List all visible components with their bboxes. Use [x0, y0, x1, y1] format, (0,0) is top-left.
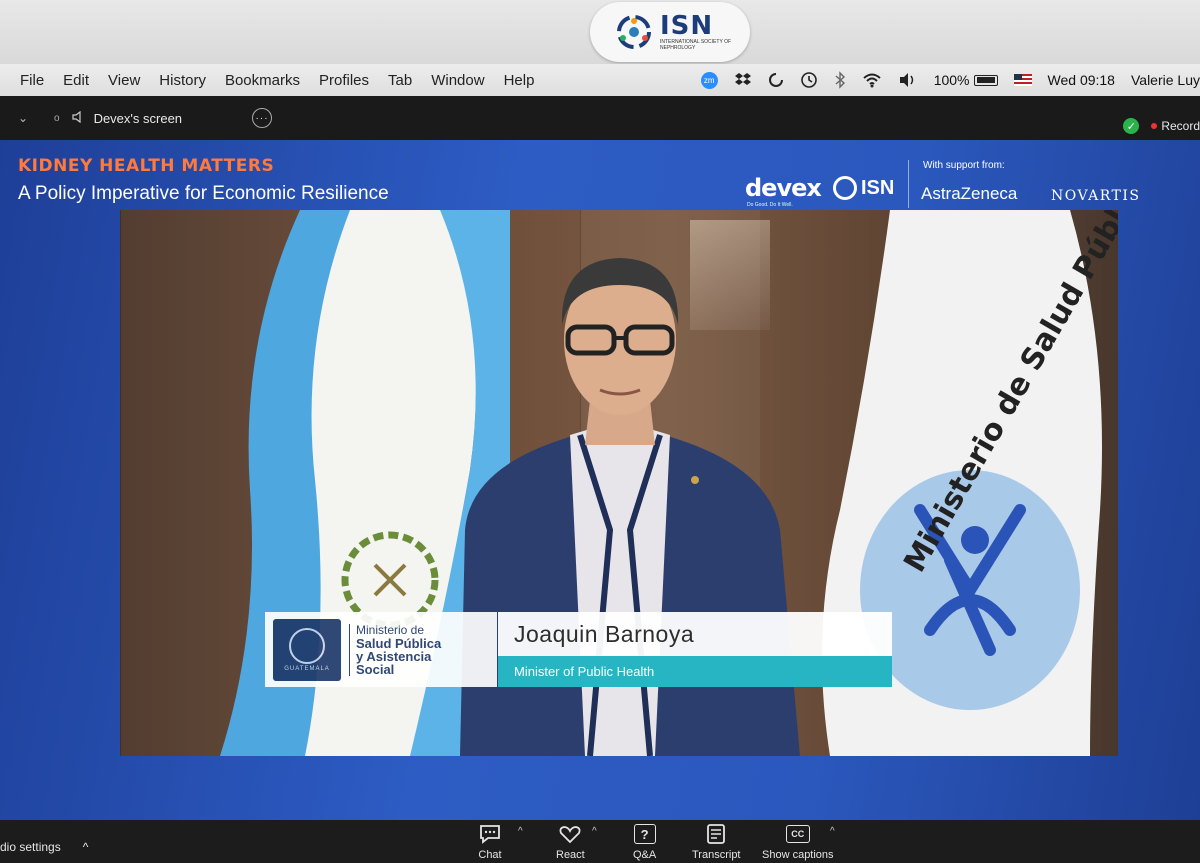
- devex-logo: devex: [745, 174, 822, 202]
- time-machine-icon[interactable]: [800, 71, 818, 89]
- qa-icon: ?: [633, 822, 656, 846]
- isn-logo-icon: [614, 12, 654, 52]
- shared-screen: KIDNEY HEALTH MATTERS A Policy Imperativ…: [0, 140, 1200, 820]
- menu-list: File Edit View History Bookmarks Profile…: [0, 72, 553, 89]
- clock-text[interactable]: Wed 09:18: [1048, 72, 1115, 88]
- shared-screen-title: Devex's screen: [93, 110, 183, 126]
- more-options-button[interactable]: ···: [252, 108, 273, 128]
- transcript-icon: [705, 822, 727, 846]
- menu-edit[interactable]: Edit: [63, 72, 89, 89]
- chat-button[interactable]: Chat: [478, 822, 502, 861]
- captions-icon: CC: [785, 822, 810, 846]
- chevron-up-icon[interactable]: ^: [83, 840, 89, 854]
- audio-settings[interactable]: dio settings ^: [0, 840, 88, 854]
- sponsor-divider: [908, 160, 909, 208]
- chat-options-chevron-icon[interactable]: ^: [518, 826, 523, 837]
- volume-icon[interactable]: [898, 72, 918, 88]
- menu-tab[interactable]: Tab: [388, 72, 412, 89]
- menu-bookmarks[interactable]: Bookmarks: [225, 72, 300, 89]
- speaker-role: Minister of Public Health: [498, 656, 892, 687]
- astrazeneca-logo: AstraZeneca: [921, 184, 1018, 203]
- speaker-video: Ministerio de Salud Pública GUATEMALA Mi…: [120, 210, 1118, 756]
- event-title: KIDNEY HEALTH MATTERS: [18, 156, 275, 176]
- dropbox-icon[interactable]: [734, 72, 752, 88]
- sticker-isn-subtext: International Society of Nephrology: [660, 39, 732, 51]
- user-name[interactable]: Valerie Luy: [1131, 72, 1200, 88]
- devex-tagline: Do Good. Do It Well.: [747, 202, 793, 208]
- wifi-icon[interactable]: [862, 72, 882, 88]
- zoom-header: ⌄ o Devex's screen ··· ✓ Record: [0, 96, 1200, 140]
- menu-view[interactable]: View: [108, 72, 140, 89]
- recording-label[interactable]: Record: [1161, 119, 1200, 133]
- status-area: zm 100% Wed 09:18 Valerie Luy: [700, 64, 1200, 96]
- security-check-icon[interactable]: ✓: [1123, 118, 1140, 134]
- ministry-logo-text: Ministerio de Salud Pública y Asistencia…: [349, 623, 441, 676]
- sponsor-bar: devex Do Good. Do It Well. ISN With supp…: [745, 156, 1200, 212]
- menu-bar: File Edit View History Bookmarks Profile…: [0, 64, 1200, 96]
- support-label: With support from:: [923, 160, 1005, 171]
- ministry-logo: GUATEMALA Ministerio de Salud Pública y …: [265, 612, 497, 687]
- battery-percent: 100%: [933, 72, 970, 88]
- sync-icon[interactable]: [768, 72, 784, 88]
- menu-help[interactable]: Help: [504, 72, 535, 89]
- sticker-isn-text: ISN: [660, 11, 714, 41]
- menu-history[interactable]: History: [159, 72, 206, 89]
- chat-icon: [478, 822, 502, 846]
- bluetooth-icon[interactable]: [834, 71, 846, 89]
- captions-options-chevron-icon[interactable]: ^: [830, 826, 835, 837]
- speaker-icon: [71, 110, 86, 126]
- battery-icon[interactable]: [973, 74, 998, 86]
- show-captions-button[interactable]: CC Show captions: [762, 822, 834, 861]
- input-flag-icon[interactable]: [1013, 74, 1032, 86]
- event-subtitle: A Policy Imperative for Economic Resilie…: [18, 183, 389, 204]
- novartis-logo: NOVARTIS: [1051, 188, 1141, 204]
- header-right: ✓ Record: [1123, 118, 1200, 134]
- isn-sticker: ISN International Society of Nephrology: [590, 2, 750, 62]
- menu-window[interactable]: Window: [431, 72, 484, 89]
- menu-file[interactable]: File: [20, 72, 44, 89]
- chevron-down-icon[interactable]: ⌄: [18, 111, 30, 125]
- speaker-name: Joaquin Barnoya: [498, 612, 892, 656]
- guatemala-seal-icon: GUATEMALA: [273, 618, 341, 681]
- react-options-chevron-icon[interactable]: ^: [592, 826, 597, 837]
- zoom-status-icon[interactable]: zm: [700, 71, 718, 89]
- qa-button[interactable]: ? Q&A: [633, 822, 656, 861]
- menu-profiles[interactable]: Profiles: [319, 72, 369, 89]
- heart-icon: [558, 822, 582, 846]
- isn-ring-icon: [833, 176, 857, 200]
- recording-dot-icon: [1151, 123, 1158, 129]
- transcript-button[interactable]: Transcript: [692, 822, 741, 861]
- status-dot: o: [54, 112, 60, 124]
- zoom-toolbar: dio settings ^ Chat ^ React ^ ? Q&A Trans…: [0, 820, 1200, 863]
- react-button[interactable]: React: [556, 822, 585, 861]
- isn-logo: ISN: [833, 176, 894, 200]
